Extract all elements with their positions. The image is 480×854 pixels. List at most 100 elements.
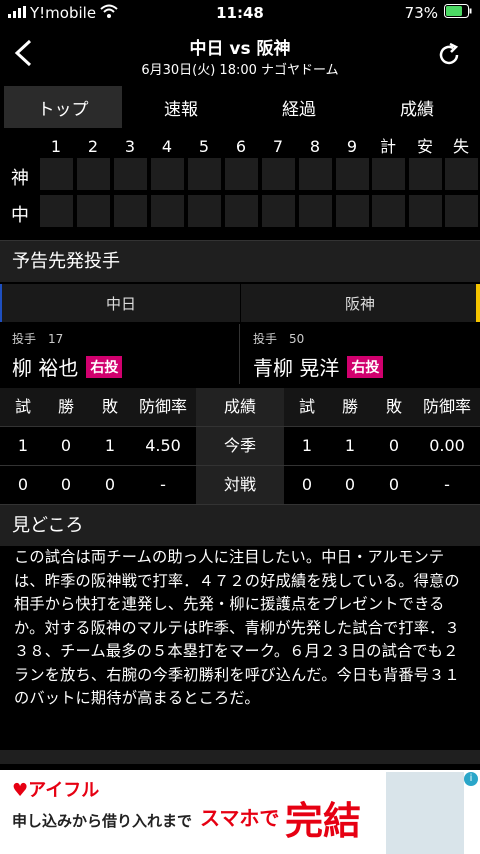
- pitcher-name: 柳 裕也: [12, 356, 79, 380]
- divider: [239, 324, 240, 384]
- stat-header: 勝: [57, 397, 74, 416]
- stat-value: 0.00: [429, 436, 465, 455]
- stat-value: 0: [60, 475, 72, 494]
- stat-header: 試: [14, 397, 31, 416]
- stat-value: 1: [301, 436, 313, 455]
- away-team-header: 阪神: [241, 284, 479, 322]
- score-cell: [188, 158, 221, 190]
- throw-hand-badge: 右投: [86, 356, 123, 378]
- score-cell: [299, 158, 332, 190]
- stat-value: 1: [17, 436, 29, 455]
- score-cell: [409, 158, 442, 190]
- score-cell: [336, 195, 369, 227]
- tab-top[interactable]: トップ: [4, 86, 122, 128]
- stat-value: -: [160, 475, 166, 494]
- stat-value: 1: [344, 436, 356, 455]
- home-team-header: 中日: [2, 284, 240, 322]
- away-accent-bar: [476, 284, 480, 322]
- stats-row-season: 1 0 1 4.50 今季 1 1 0 0.00: [0, 426, 480, 465]
- reload-button[interactable]: [436, 42, 462, 68]
- total-runs-header: 計: [379, 137, 396, 156]
- pitcher-meta: 投手 50: [253, 332, 305, 346]
- home-pitcher[interactable]: 投手 17 柳 裕也 右投: [0, 324, 238, 384]
- pitcher-name-row: 青柳 晃洋 右投: [253, 352, 384, 381]
- ad-logo: ♥アイフル: [12, 776, 99, 802]
- reload-icon: [439, 42, 459, 65]
- next-section-edge: [0, 750, 480, 764]
- tab-stats[interactable]: 成績: [358, 86, 476, 128]
- score-cell: [40, 158, 73, 190]
- score-cell: [151, 195, 184, 227]
- score-cell: [372, 195, 405, 227]
- score-cell: [77, 195, 110, 227]
- ad-info-icon[interactable]: i: [464, 772, 478, 786]
- pitcher-stats-table: 試 勝 敗 防御率 成績 試 勝 敗 防御率 1 0 1 4.50 今季 1 1…: [0, 388, 480, 504]
- away-pitcher[interactable]: 投手 50 青柳 晃洋 右投: [241, 324, 479, 384]
- score-cell: [225, 158, 258, 190]
- stats-row-label: 今季: [196, 427, 284, 465]
- battery-percent: 73%: [404, 4, 438, 22]
- score-cell: [372, 158, 405, 190]
- stat-value: 0: [17, 475, 29, 494]
- pitcher-name: 青柳 晃洋: [253, 356, 340, 380]
- ad-logo-text: アイフル: [28, 780, 100, 801]
- stat-value: 0: [60, 436, 72, 455]
- stat-value: 1: [104, 436, 116, 455]
- score-cell: [409, 195, 442, 227]
- ad-copy-2: スマホで: [200, 806, 280, 830]
- score-cell: [262, 195, 295, 227]
- throw-hand-badge: 右投: [347, 356, 384, 378]
- status-bar: Y!mobile 11:48 73%: [0, 0, 480, 28]
- score-cell: [445, 158, 478, 190]
- team-label-home: 中: [11, 205, 29, 226]
- inning-header: 9: [346, 137, 358, 156]
- stat-value: 0: [388, 436, 400, 455]
- game-header: 中日 vs 阪神 6月30日(火) 18:00 ナゴヤドーム: [0, 28, 480, 80]
- battery-icon: [444, 4, 472, 22]
- game-title: 中日 vs 阪神: [189, 39, 291, 59]
- pitcher-name-row: 柳 裕也 右投: [12, 352, 123, 381]
- score-cell: [188, 195, 221, 227]
- stat-value: 4.50: [145, 436, 181, 455]
- stats-center-header: 成績: [196, 388, 284, 426]
- tab-live[interactable]: 速報: [122, 86, 240, 128]
- score-cell: [445, 195, 478, 227]
- stats-row-label: 対戦: [196, 466, 284, 504]
- ad-banner[interactable]: ♥アイフル 申し込みから借り入れまで スマホで 完結 i: [0, 770, 480, 854]
- inning-header: 5: [198, 137, 210, 156]
- score-cell: [40, 195, 73, 227]
- ad-copy-3: 完結: [285, 799, 362, 843]
- stat-value: 0: [301, 475, 313, 494]
- highlight-text: この試合は両チームの助っ人に注目したい。中日・アルモンテは、昨季の阪神戦で打率．…: [14, 548, 460, 707]
- score-cell: [77, 158, 110, 190]
- stats-header-row: 試 勝 敗 防御率 成績 試 勝 敗 防御率: [0, 388, 480, 426]
- inning-header: 6: [235, 137, 247, 156]
- stat-value: 0: [344, 475, 356, 494]
- inning-header: 1: [50, 137, 62, 156]
- stat-header: 敗: [385, 397, 402, 416]
- stat-header: 防御率: [138, 397, 187, 416]
- inning-header: 2: [87, 137, 99, 156]
- score-cell: [262, 158, 295, 190]
- tab-bar: トップ 速報 経過 成績: [4, 86, 476, 128]
- pitcher-meta: 投手 17: [12, 332, 64, 346]
- errors-header: 失: [452, 137, 469, 156]
- ad-copy-1: 申し込みから借り入れまで: [12, 812, 193, 830]
- inning-header: 8: [309, 137, 321, 156]
- stat-header: 勝: [341, 397, 358, 416]
- highlight-title: 見どころ: [0, 504, 480, 546]
- score-cell: [114, 158, 147, 190]
- game-subtitle: 6月30日(火) 18:00 ナゴヤドーム: [141, 63, 339, 78]
- stat-header: 敗: [101, 397, 118, 416]
- stats-row-matchup: 0 0 0 - 対戦 0 0 0 -: [0, 465, 480, 504]
- stat-value: 0: [104, 475, 116, 494]
- ad-model-image: [386, 772, 464, 854]
- battery-group: 73%: [405, 4, 472, 22]
- tab-progress[interactable]: 経過: [240, 86, 358, 128]
- inning-header: 3: [124, 137, 136, 156]
- stat-value: -: [444, 475, 450, 494]
- stat-value: 0: [388, 475, 400, 494]
- hits-header: 安: [416, 137, 433, 156]
- score-cell: [299, 195, 332, 227]
- stat-header: 試: [298, 397, 315, 416]
